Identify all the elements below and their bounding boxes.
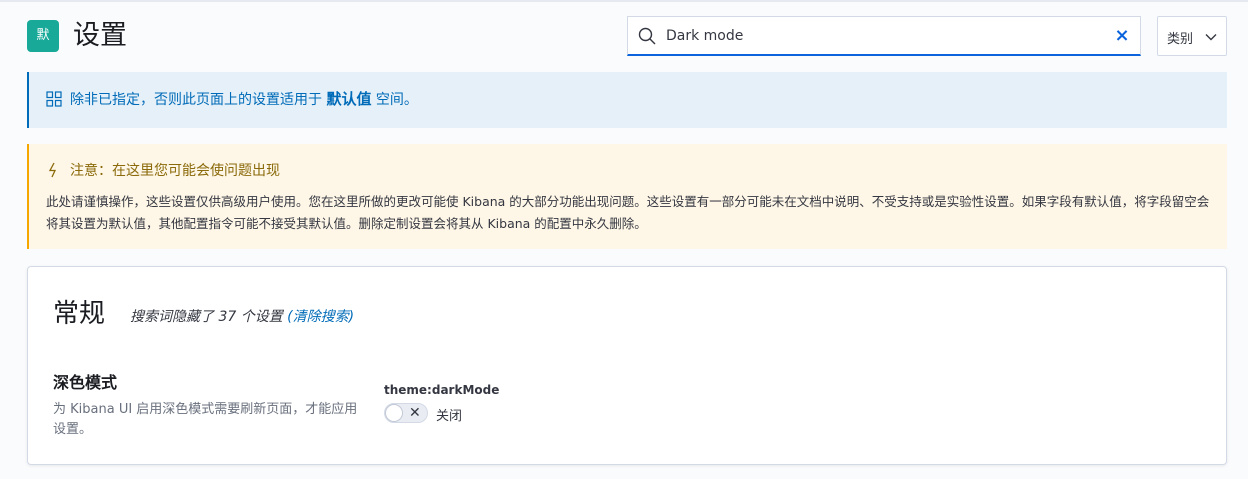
- dark-mode-toggle[interactable]: ✕: [384, 403, 428, 423]
- category-filter-button[interactable]: 类别: [1157, 16, 1227, 56]
- general-settings-panel: 常规 搜索词隐藏了 37 个设置 (清除搜索) 深色模式 为 Kibana UI…: [27, 266, 1227, 465]
- top-border: [0, 0, 1248, 2]
- toggle-knob: [385, 404, 403, 422]
- info-text-after: 空间。: [375, 92, 418, 108]
- search-hidden-count: 搜索词隐藏了 37 个设置 (清除搜索): [130, 306, 354, 326]
- info-text-before: 除非已指定，否则此页面上的设置适用于: [70, 92, 322, 108]
- setting-title: 深色模式: [53, 373, 118, 392]
- space-avatar[interactable]: 默: [27, 20, 59, 52]
- setting-description: 为 Kibana UI 启用深色模式需要刷新页面，才能应用设置。: [53, 402, 358, 437]
- spaces-info-callout: 除非已指定，否则此页面上的设置适用于 默认值 空间。: [27, 72, 1227, 128]
- chevron-down-icon: [1205, 34, 1217, 41]
- page-title: 设置: [73, 20, 127, 51]
- info-callout-text: 除非已指定，否则此页面上的设置适用于 默认值 空间。: [70, 89, 418, 110]
- space-name: 默认值: [326, 90, 372, 108]
- warning-body: 此处请谨慎操作，这些设置仅供高级用户使用。您在这里所做的更改可能使 Kibana…: [46, 194, 1210, 231]
- bolt-icon: [48, 162, 57, 178]
- clear-search-icon[interactable]: ×: [1112, 26, 1132, 46]
- cross-icon: ✕: [409, 405, 421, 421]
- section-title: 常规: [53, 299, 106, 329]
- search-field[interactable]: ×: [627, 16, 1141, 56]
- spaces-icon: [46, 91, 62, 107]
- clear-search-link[interactable]: (清除搜索): [287, 309, 354, 325]
- warning-callout: 注意：在这里您可能会使问题出现 此处请谨慎操作，这些设置仅供高级用户使用。您在这…: [27, 144, 1227, 249]
- search-input[interactable]: [666, 17, 1106, 55]
- search-icon: [638, 27, 656, 45]
- hidden-settings-text: 搜索词隐藏了 37 个设置: [130, 309, 283, 325]
- setting-key: theme:darkMode: [384, 383, 500, 397]
- category-filter-label: 类别: [1167, 32, 1194, 47]
- toggle-state-label: 关闭: [436, 409, 463, 424]
- warning-title: 注意：在这里您可能会使问题出现: [70, 163, 280, 179]
